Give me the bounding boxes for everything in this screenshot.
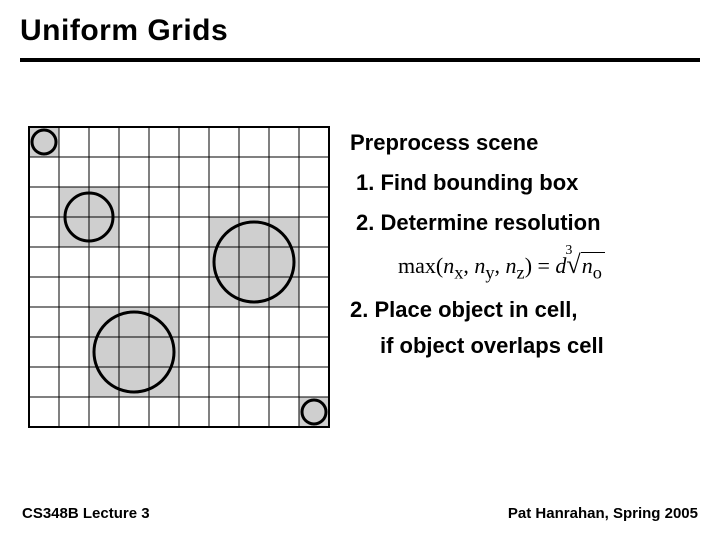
text-column: Preprocess scene 1. Find bounding box 2.…	[330, 126, 700, 428]
formula-n3: n	[506, 253, 517, 278]
resolution-formula: max(nx, ny, nz) = d3√no	[398, 250, 700, 283]
formula-n2-sub: y	[485, 262, 494, 282]
root-index: 3	[565, 243, 572, 259]
formula-comma2: ,	[495, 253, 506, 278]
step-2: 2. Determine resolution	[350, 210, 700, 236]
formula-n2: n	[474, 253, 485, 278]
formula-close: ) =	[525, 253, 556, 278]
footer-left: CS348B Lecture 3	[22, 505, 150, 522]
grid-svg	[28, 126, 330, 428]
formula-comma1: ,	[463, 253, 474, 278]
step-1: 1. Find bounding box	[350, 170, 700, 196]
grid-figure	[28, 126, 330, 428]
step-3b: if object overlaps cell	[350, 333, 700, 359]
cube-root: 3√no	[566, 250, 604, 283]
formula-n1: n	[443, 253, 454, 278]
formula-n3-sub: z	[517, 262, 525, 282]
content-row: Preprocess scene 1. Find bounding box 2.…	[20, 126, 700, 428]
section-heading: Preprocess scene	[350, 130, 700, 156]
formula-no-sub: o	[593, 262, 602, 282]
title-rule	[20, 58, 700, 62]
shaded-cells	[89, 307, 179, 397]
page-title: Uniform Grids	[20, 14, 700, 48]
formula-max: max(	[398, 253, 443, 278]
formula-n1-sub: x	[454, 262, 463, 282]
footer-right: Pat Hanrahan, Spring 2005	[508, 505, 698, 522]
footer: CS348B Lecture 3 Pat Hanrahan, Spring 20…	[22, 505, 698, 522]
step-3a: 2. Place object in cell,	[350, 297, 700, 323]
shaded-cells	[209, 217, 299, 307]
formula-no: n	[582, 253, 593, 278]
radicand: no	[581, 252, 605, 278]
slide: Uniform Grids Preprocess scene 1. Find b…	[0, 0, 720, 540]
